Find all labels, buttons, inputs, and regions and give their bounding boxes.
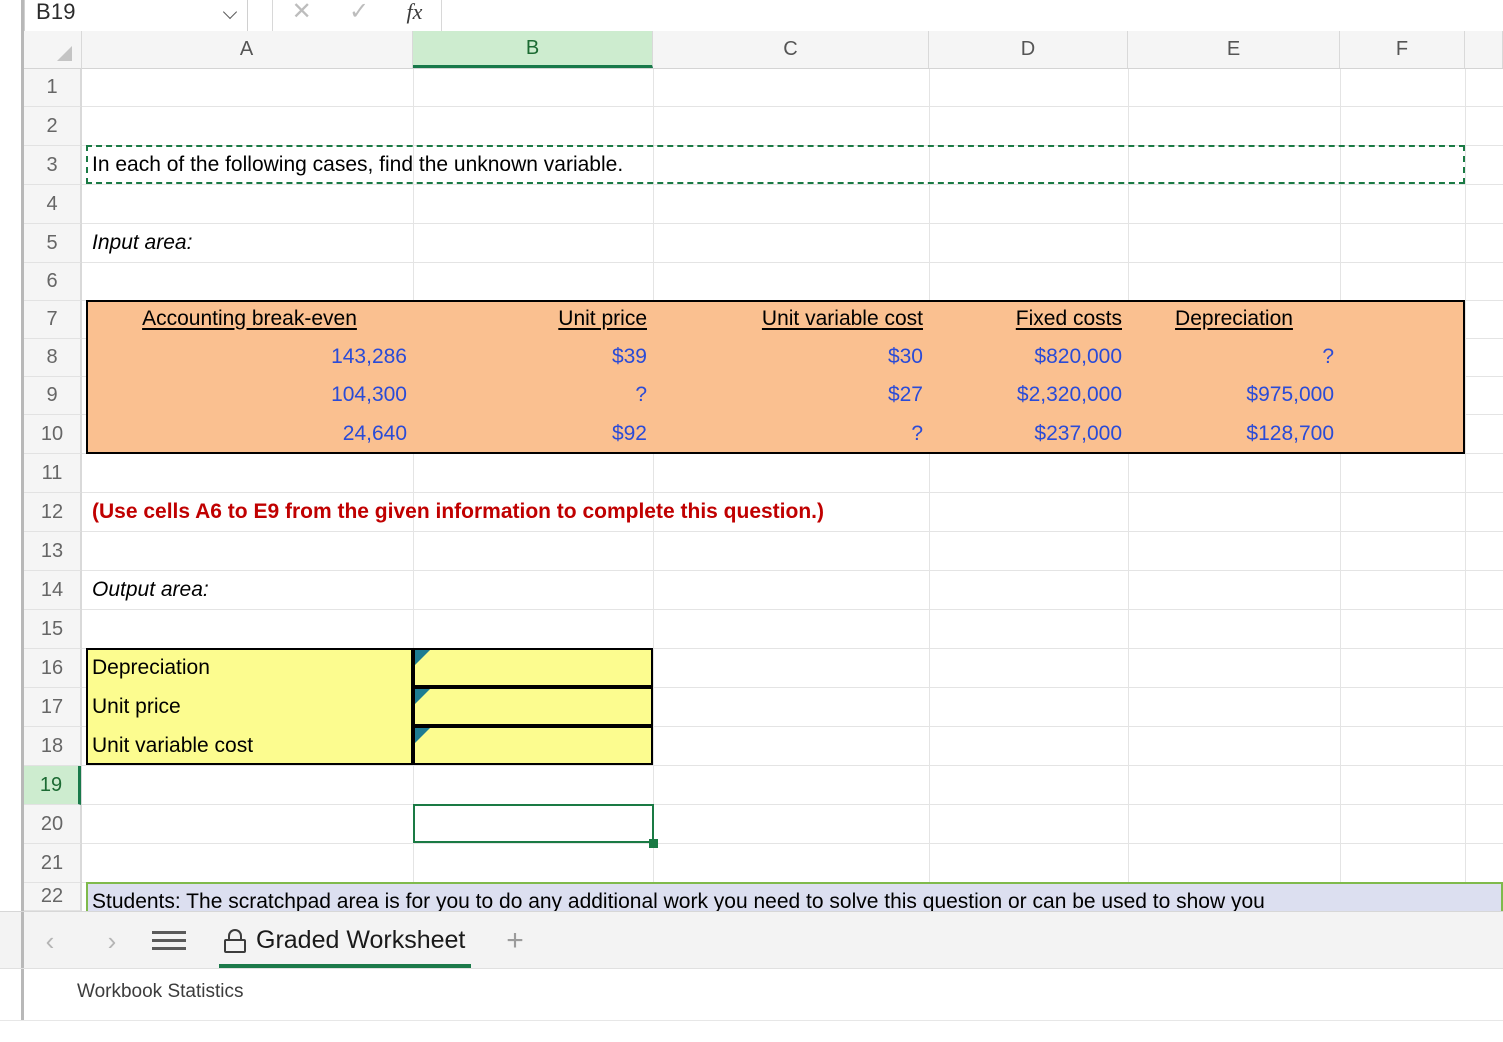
row-header-5[interactable]: 5 [24,224,81,263]
sheet-list-icon[interactable] [152,928,186,954]
cell-a13-output-area-label[interactable]: Output area: [86,570,413,609]
select-all-corner[interactable] [24,31,82,69]
row-header-18[interactable]: 18 [24,727,81,766]
formula-action-group: ✕ ✓ fx [272,0,442,32]
fill-handle[interactable] [649,839,658,848]
cell-a21-scratchpad-note-line1[interactable]: Students: The scratchpad area is for you… [86,882,1503,912]
plus-icon[interactable]: + [500,926,530,956]
row-header-8[interactable]: 8 [24,339,81,377]
table-row: ? [911,421,923,445]
selected-cell-b19[interactable] [413,804,654,843]
cell-a2-instruction[interactable]: In each of the following cases, find the… [86,145,1465,184]
column-header-c[interactable]: C [653,31,929,68]
cell-a4-input-area-label[interactable]: Input area: [86,223,413,262]
status-bar: Workbook Statistics [0,968,1503,1021]
chevron-right-icon[interactable]: › [95,924,129,958]
fx-icon[interactable]: fx [406,0,422,23]
window-bottom-strip [0,1020,1503,1042]
sheet-tab-bar: ‹ › Graded Worksheet + [0,911,1503,969]
row-header-15[interactable]: 15 [24,610,81,649]
sheet-tab-graded-worksheet[interactable]: Graded Worksheet [210,912,479,969]
row-header-6[interactable]: 6 [24,263,81,301]
cell-a17-unit-variable-cost-label[interactable]: Unit variable cost [86,726,413,765]
row-header-9[interactable]: 9 [24,377,81,415]
name-box[interactable]: B19 [24,0,248,32]
close-icon[interactable]: ✕ [292,0,312,24]
column-header-g[interactable] [1465,31,1503,68]
table-row: ? [635,383,647,406]
table-row: $975,000 [1246,383,1334,406]
table-row: $237,000 [1034,421,1122,445]
spreadsheet-grid: A B C D E F 1 2 3 4 5 6 7 8 9 10 11 12 1… [0,31,1503,911]
workbook-statistics-label[interactable]: Workbook Statistics [77,981,243,1003]
column-header-e[interactable]: E [1128,31,1340,68]
row-header-22[interactable]: 22 [24,883,81,911]
excel-window: B19 ✕ ✓ fx A B C D E F 1 2 3 4 5 6 7 8 9 [0,0,1503,1042]
row-header-1[interactable]: 1 [24,68,81,107]
table-row: 24,640 [342,421,407,445]
cell-a15-depreciation-label[interactable]: Depreciation [86,648,413,687]
column-header-f[interactable]: F [1340,31,1465,68]
row-header-19[interactable]: 19 [24,766,81,805]
column-header-d[interactable]: D [929,31,1128,68]
tabbar-left-rail [21,912,24,969]
column-header-b[interactable]: B [413,31,653,68]
input-header-depreciation: Depreciation [1175,307,1293,330]
row-header-4[interactable]: 4 [24,185,81,224]
cell-a11-use-cells-note[interactable]: (Use cells A6 to E9 from the given infor… [86,492,1086,531]
table-row: 104,300 [331,383,407,406]
row-header-20[interactable]: 20 [24,805,81,844]
chevron-left-icon[interactable]: ‹ [33,924,67,958]
statusbar-left-rail [21,969,24,1021]
table-row: 143,286 [331,345,407,368]
chevron-down-icon[interactable] [223,4,239,20]
table-row: $92 [611,421,647,445]
table-row: $30 [887,345,923,368]
row-header-13[interactable]: 13 [24,532,81,571]
grid-left-rail [21,31,24,911]
row-header-7[interactable]: 7 [24,301,81,339]
column-header-a[interactable]: A [81,31,413,68]
table-row: $128,700 [1246,421,1334,445]
row-header-2[interactable]: 2 [24,107,81,146]
cell-canvas: Accounting break-even Unit price Unit va… [81,68,1503,911]
cell-b15-depreciation-answer[interactable] [413,648,653,687]
row-header-21[interactable]: 21 [24,844,81,883]
cell-a16-unit-price-label[interactable]: Unit price [86,687,413,726]
table-row: ? [1322,345,1334,368]
table-row: $2,320,000 [1016,383,1122,406]
row-header-14[interactable]: 14 [24,571,81,610]
table-row: $820,000 [1034,345,1122,368]
row-header-11[interactable]: 11 [24,454,81,493]
formula-input[interactable] [442,0,1503,33]
row-header-12[interactable]: 12 [24,493,81,532]
row-header-3[interactable]: 3 [24,146,81,185]
check-icon[interactable]: ✓ [349,0,369,24]
input-header-unit-price: Unit price [558,307,647,330]
cell-b16-unit-price-answer[interactable] [413,687,653,726]
row-header-16[interactable]: 16 [24,649,81,688]
table-row: $27 [887,383,923,406]
table-row: $39 [611,345,647,368]
name-box-value: B19 [36,0,76,24]
row-header-17[interactable]: 17 [24,688,81,727]
cell-b17-unit-variable-cost-answer[interactable] [413,726,653,765]
row-header-10[interactable]: 10 [24,415,81,454]
lock-icon [224,928,246,953]
formula-bar: B19 ✕ ✓ fx [0,0,1503,33]
input-header-accounting-break-even: Accounting break-even [142,307,357,330]
sheet-tab-label: Graded Worksheet [256,926,466,954]
input-header-unit-variable-cost: Unit variable cost [761,307,923,330]
input-header-fixed-costs: Fixed costs [1015,307,1122,330]
